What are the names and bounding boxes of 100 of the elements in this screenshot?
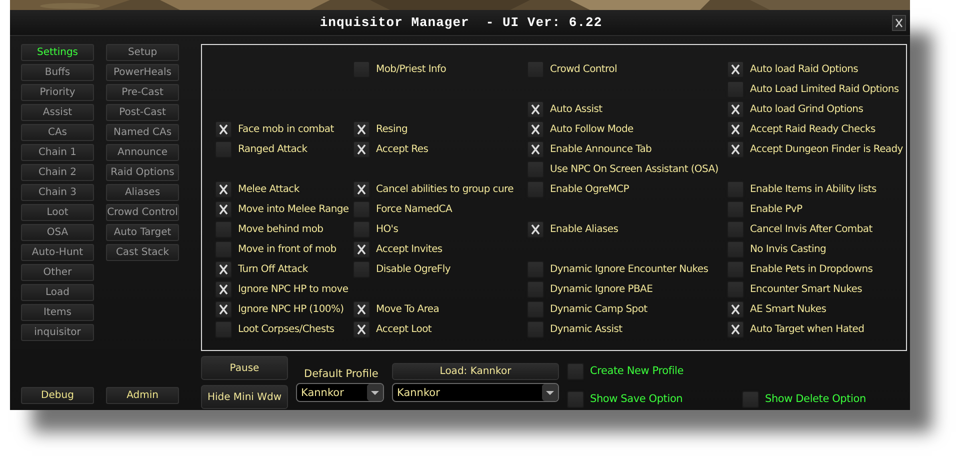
checkbox[interactable] xyxy=(527,100,544,118)
checkbox[interactable] xyxy=(727,280,744,298)
option-label: Accept Invites xyxy=(376,244,442,254)
profile-dropdown[interactable]: Kannkor xyxy=(392,383,559,402)
checkbox[interactable] xyxy=(353,180,370,198)
checkbox[interactable] xyxy=(215,180,232,198)
pause-button[interactable]: Pause xyxy=(201,356,288,380)
profile-dropdown[interactable]: Kannkor xyxy=(296,383,384,402)
option-label: Move behind mob xyxy=(238,224,324,234)
checkbox[interactable] xyxy=(727,320,744,338)
checkbox[interactable] xyxy=(353,140,370,158)
checkbox[interactable] xyxy=(527,180,544,198)
load-profile-button[interactable]: Load: Kannkor xyxy=(392,363,559,380)
nav-tab[interactable]: Chain 1 xyxy=(21,144,94,161)
checkbox[interactable] xyxy=(527,300,544,318)
nav-tab[interactable]: Announce xyxy=(106,144,179,161)
checkbox[interactable] xyxy=(727,100,744,118)
option-label: Dynamic Camp Spot xyxy=(550,304,648,314)
hide-mini-window-button[interactable]: Hide Mini Wdw xyxy=(201,385,288,409)
checkbox[interactable] xyxy=(353,260,370,278)
checkbox[interactable] xyxy=(353,300,370,318)
nav-tab[interactable]: Other xyxy=(21,264,94,281)
option-label: HO's xyxy=(376,224,398,234)
nav-tab[interactable]: Priority xyxy=(21,84,94,101)
checkbox[interactable] xyxy=(215,260,232,278)
option-label: Move in front of mob xyxy=(238,244,336,254)
nav-tab[interactable]: Pre-Cast xyxy=(106,84,179,101)
nav-tab[interactable]: Load xyxy=(21,284,94,301)
nav-tab[interactable]: Setup xyxy=(106,44,179,61)
nav-tab[interactable]: inquisitor xyxy=(21,324,94,341)
nav-tab[interactable]: Post-Cast xyxy=(106,104,179,121)
checkbox[interactable] xyxy=(727,120,744,138)
checkbox[interactable] xyxy=(727,180,744,198)
checkbox[interactable] xyxy=(215,200,232,218)
checkbox[interactable] xyxy=(727,300,744,318)
checkbox[interactable] xyxy=(353,220,370,238)
nav-tab[interactable]: Assist xyxy=(21,104,94,121)
nav-tab[interactable]: Aliases xyxy=(106,184,179,201)
nav-tab[interactable]: Auto-Hunt xyxy=(21,244,94,261)
checkbox[interactable] xyxy=(215,300,232,318)
checkbox[interactable] xyxy=(353,240,370,258)
checkbox[interactable] xyxy=(527,280,544,298)
checkbox[interactable] xyxy=(215,240,232,258)
nav-tab[interactable]: Chain 3 xyxy=(21,184,94,201)
checkbox[interactable] xyxy=(215,280,232,298)
checkbox[interactable] xyxy=(215,320,232,338)
option-label: Show Delete Option xyxy=(765,393,866,405)
checkbox[interactable] xyxy=(727,200,744,218)
option-label: Auto Load Limited Raid Options xyxy=(750,84,899,94)
nav-tab[interactable]: Chain 2 xyxy=(21,164,94,181)
checkbox[interactable] xyxy=(215,220,232,238)
nav-tab[interactable]: Settings xyxy=(21,44,94,61)
checkbox[interactable] xyxy=(727,220,744,238)
checkbox[interactable] xyxy=(353,120,370,138)
checkbox[interactable] xyxy=(567,362,584,380)
option-label: Auto Assist xyxy=(550,104,602,114)
checkbox[interactable] xyxy=(527,120,544,138)
option-label: Auto load Raid Options xyxy=(750,64,858,74)
nav-tab[interactable]: CAs xyxy=(21,124,94,141)
nav-tab[interactable]: Loot xyxy=(21,204,94,221)
x-mark-icon xyxy=(731,304,740,314)
x-mark-icon xyxy=(731,124,740,134)
nav-button[interactable]: Debug xyxy=(21,387,94,404)
option-label: Disable OgreFly xyxy=(376,264,450,274)
checkbox[interactable] xyxy=(527,320,544,338)
option-label: Move To Area xyxy=(376,304,440,314)
option-label: No Invis Casting xyxy=(750,244,826,254)
option-label: Turn Off Attack xyxy=(238,264,308,274)
checkbox[interactable] xyxy=(527,260,544,278)
nav-tab[interactable]: Auto Target xyxy=(106,224,179,241)
nav-button[interactable]: Admin xyxy=(106,387,179,404)
checkbox[interactable] xyxy=(353,200,370,218)
checkbox[interactable] xyxy=(527,140,544,158)
checkbox[interactable] xyxy=(353,320,370,338)
checkbox[interactable] xyxy=(742,390,759,408)
option-label: AE Smart Nukes xyxy=(750,304,826,314)
nav-tab[interactable]: Items xyxy=(21,304,94,321)
checkbox[interactable] xyxy=(727,60,744,78)
close-button[interactable] xyxy=(892,14,906,30)
x-mark-icon xyxy=(731,104,740,114)
checkbox[interactable] xyxy=(567,390,584,408)
option-label: Ignore NPC HP to move xyxy=(238,284,348,294)
x-mark-icon xyxy=(357,124,366,134)
checkbox[interactable] xyxy=(527,160,544,178)
nav-tab[interactable]: Raid Options xyxy=(106,164,179,181)
checkbox[interactable] xyxy=(527,220,544,238)
nav-tab[interactable]: OSA xyxy=(21,224,94,241)
nav-tab[interactable]: Named CAs xyxy=(106,124,179,141)
nav-tab[interactable]: Buffs xyxy=(21,64,94,81)
nav-tab[interactable]: Crowd Control xyxy=(106,204,179,221)
x-mark-icon xyxy=(731,324,740,334)
option-label: Ranged Attack xyxy=(238,144,308,154)
nav-tab[interactable]: Cast Stack xyxy=(106,244,179,261)
checkbox[interactable] xyxy=(727,140,744,158)
x-mark-icon xyxy=(219,124,228,134)
checkbox[interactable] xyxy=(727,260,744,278)
checkbox[interactable] xyxy=(727,240,744,258)
nav-tab[interactable]: PowerHeals xyxy=(106,64,179,81)
checkbox[interactable] xyxy=(215,120,232,138)
option-label: Move into Melee Range xyxy=(238,204,349,214)
